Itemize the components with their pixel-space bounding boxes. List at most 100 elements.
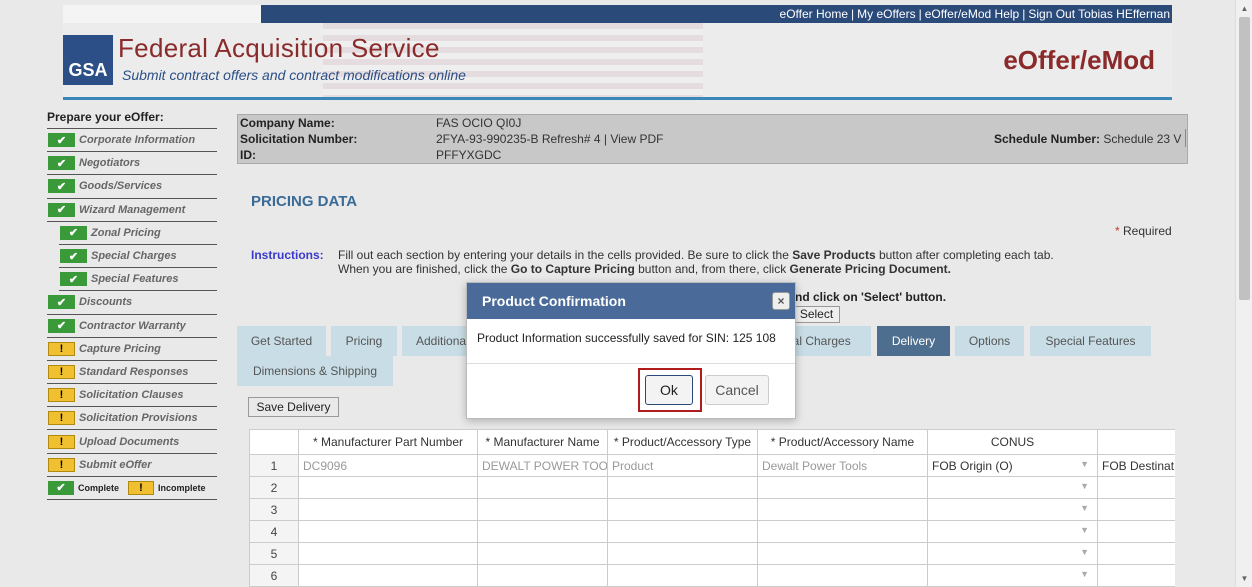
sidebar-item-label: Special Features (91, 273, 179, 286)
table-row: 3 ▼ (249, 498, 1175, 521)
tab-options[interactable]: Options (955, 326, 1024, 356)
sidebar-item[interactable]: ! Submit eOffer (47, 454, 217, 477)
sidebar-item-label: Corporate Information (79, 134, 196, 147)
cancel-button[interactable]: Cancel (705, 375, 769, 405)
complete-check-icon: ✔ (48, 133, 75, 148)
sidebar-item-label: Negotiators (79, 157, 141, 170)
tab-dimensions-shipping[interactable]: Dimensions & Shipping (237, 356, 393, 386)
row-number: 1 (270, 458, 278, 473)
scroll-thumb[interactable] (1239, 17, 1250, 300)
sidebar-item-label: Submit eOffer (79, 458, 152, 471)
dropdown-arrow-icon[interactable]: ▼ (1080, 547, 1089, 557)
top-nav-left-block (63, 5, 263, 23)
instructions-text: Fill out each section by entering your d… (338, 248, 1138, 276)
nav-separator: | (918, 7, 922, 21)
scroll-up-icon[interactable]: ▲ (1236, 0, 1252, 17)
row-number: 4 (270, 524, 278, 539)
complete-check-icon: ✔ (60, 249, 87, 264)
company-box-divider (1185, 129, 1186, 147)
sidebar-item-label: Solicitation Clauses (79, 389, 184, 402)
complete-check-icon: ✔ (48, 156, 75, 171)
required-label: Required (1119, 224, 1172, 238)
tab-pricing[interactable]: Pricing (331, 326, 397, 356)
incomplete-warning-icon: ! (128, 480, 155, 495)
schedule-number: Schedule Number: Schedule 23 V (994, 132, 1181, 146)
sidebar-item[interactable]: ✔ Zonal Pricing (59, 222, 217, 245)
grid-cell[interactable]: DEWALT POWER TOO (482, 459, 607, 473)
header-divider (63, 97, 1172, 100)
dropdown-arrow-icon[interactable]: ▼ (1080, 569, 1089, 579)
incomplete-warning-icon: ! (48, 457, 75, 472)
instructions-line2-b: Go to Capture Pricing (510, 262, 635, 276)
app-title: eOffer/eMod (1003, 45, 1155, 75)
sidebar-item[interactable]: ✔ Corporate Information (47, 129, 217, 153)
sidebar-item[interactable]: ! Solicitation Clauses (47, 384, 217, 408)
sidebar-item[interactable]: ✔ Special Charges (59, 245, 217, 269)
tab-delivery[interactable]: Delivery (877, 326, 950, 356)
sidebar-item[interactable]: ✔ Discounts (47, 291, 217, 315)
solicitation-number-label: Solicitation Number: (240, 132, 358, 146)
scroll-down-icon[interactable]: ▼ (1236, 570, 1252, 587)
grid-cell[interactable]: FOB Destinat (1102, 459, 1174, 473)
sidebar-item-label: Discounts (79, 296, 133, 309)
grid-column-header: * Manufacturer Name (477, 429, 608, 455)
ok-button[interactable]: Ok (645, 375, 693, 405)
sidebar-item[interactable]: ! Upload Documents (47, 430, 217, 454)
grid-cell[interactable]: Dewalt Power Tools (762, 459, 867, 473)
sidebar-item-label: Upload Documents (79, 435, 180, 448)
sidebar-item[interactable]: ! Solicitation Provisions (47, 407, 217, 431)
table-row: 1 DC9096 DEWALT POWER TOO Product Dewalt Pow… (249, 454, 1175, 477)
close-icon[interactable]: × (772, 292, 790, 310)
dropdown-arrow-icon[interactable]: ▼ (1080, 503, 1089, 513)
incomplete-warning-icon: ! (48, 388, 75, 403)
table-row: 4 ▼ (249, 520, 1175, 543)
dropdown-arrow-icon[interactable]: ▼ (1080, 459, 1089, 469)
sidebar-item-label: Zonal Pricing (91, 226, 161, 239)
sidebar-item-label: Special Charges (91, 250, 177, 263)
company-name-label: Company Name: (240, 116, 335, 130)
dialog-footer: Ok Cancel (467, 364, 795, 418)
company-name-value: FAS OCIO QI0J (436, 116, 522, 130)
grid-column-header: Alas (1097, 429, 1175, 455)
sign-out-link[interactable]: Sign Out Tobias HEffernan (1028, 7, 1170, 21)
complete-check-icon: ✔ (48, 480, 74, 495)
sidebar-item[interactable]: ✔ Special Features (59, 268, 217, 292)
grid-column-header: CONUS (927, 429, 1098, 455)
instructions-line1-b: Save Products (792, 248, 876, 262)
sidebar: Prepare your eOffer: ✔ Corporate Informat… (47, 110, 217, 500)
sidebar-item[interactable]: ! Standard Responses (47, 361, 217, 385)
save-delivery-button[interactable]: Save Delivery (248, 397, 339, 417)
select-button[interactable]: Select (793, 306, 840, 323)
grid-cell[interactable]: FOB Origin (O) (932, 459, 1013, 473)
my-eoffers-link[interactable]: My eOffers (857, 7, 915, 21)
sidebar-item-label: Wizard Management (79, 203, 186, 216)
sidebar-item[interactable]: ✔ Contractor Warranty (47, 315, 217, 338)
solicitation-number-value[interactable]: 2FYA-93-990235-B Refresh# 4 | View PDF (436, 132, 663, 146)
gsa-logo[interactable]: GSA (63, 35, 113, 85)
grid-cell[interactable]: Product (612, 459, 653, 473)
instructions-line3: nd click on 'Select' button. (795, 290, 947, 304)
dropdown-arrow-icon[interactable]: ▼ (1080, 525, 1089, 535)
site-title: Federal Acquisition Service (118, 33, 440, 63)
status-legend: ✔ Complete ! Incomplete (47, 477, 217, 500)
sidebar-item[interactable]: ! Capture Pricing (47, 338, 217, 361)
eoffer-home-link[interactable]: eOffer Home (780, 7, 848, 21)
tab-get-started[interactable]: Get Started (237, 326, 326, 356)
sidebar-item[interactable]: ✔ Goods/Services (47, 175, 217, 199)
company-info-box: Company Name: FAS OCIO QI0J Solicitation… (237, 114, 1188, 164)
incomplete-warning-icon: ! (48, 341, 75, 356)
schedule-number-value: Schedule 23 V (1103, 132, 1182, 146)
sidebar-item[interactable]: ✔ Wizard Management (47, 199, 217, 222)
top-nav-links: eOffer Home | My eOffers | eOffer/eMod Help |… (780, 7, 1170, 21)
grid-cell[interactable]: DC9096 (303, 459, 347, 473)
help-link[interactable]: eOffer/eMod Help (925, 7, 1020, 21)
tab-additional[interactable]: Additional (402, 326, 472, 356)
site-subtitle: Submit contract offers and contract modi… (122, 67, 466, 83)
tab-special-features[interactable]: Special Features (1030, 326, 1151, 356)
sidebar-item[interactable]: ✔ Negotiators (47, 152, 217, 176)
page-scrollbar[interactable]: ▲ ▼ (1235, 0, 1252, 587)
grid-column-header: * Product/Accessory Name (757, 429, 928, 455)
instructions-line2-a: When you are finished, click the (338, 262, 511, 276)
complete-check-icon: ✔ (60, 225, 87, 240)
dropdown-arrow-icon[interactable]: ▼ (1080, 481, 1089, 491)
